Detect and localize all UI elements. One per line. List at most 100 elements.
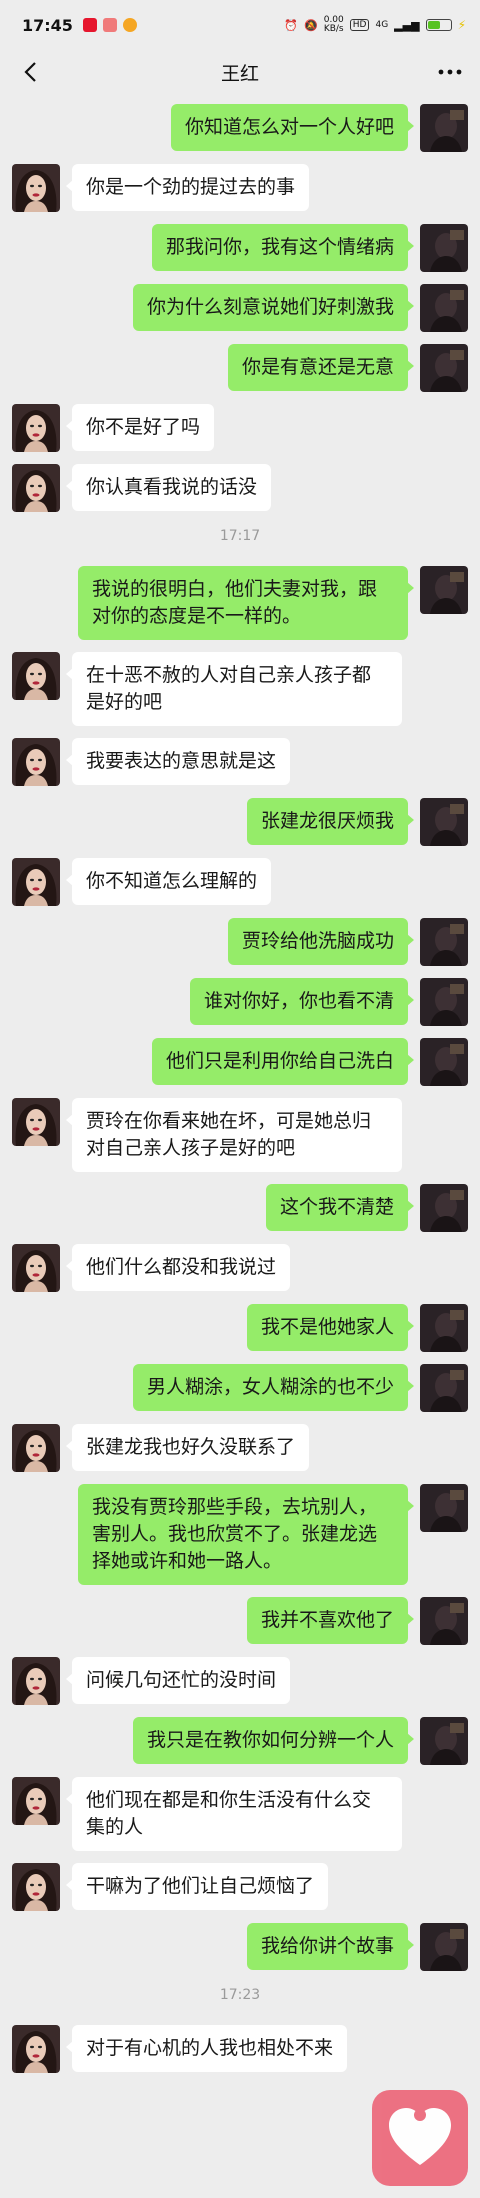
contact-avatar[interactable] xyxy=(12,164,60,212)
message-bubble[interactable]: 他们现在都是和你生活没有什么交集的人 xyxy=(66,1777,402,1851)
message-row-sent: 我给你讲个故事 xyxy=(0,1923,480,1971)
message-bubble[interactable]: 我给你讲个故事 xyxy=(246,1923,415,1970)
message-bubble[interactable]: 我说的很明白，他们夫妻对我，跟对你的态度是不一样的。 xyxy=(78,566,414,640)
my-avatar[interactable] xyxy=(420,1923,468,1971)
my-avatar[interactable] xyxy=(420,798,468,846)
message-bubble[interactable]: 我要表达的意思就是这 xyxy=(65,738,291,785)
message-row-sent: 你知道怎么对一个人好吧 xyxy=(0,104,480,152)
more-button[interactable] xyxy=(434,56,466,88)
message-bubble[interactable]: 你不知道怎么理解的 xyxy=(65,858,272,905)
status-bar: 17:45 ⏰ 🔕 0.00 KB/s HD 4G ▂▄▆ ⚡ xyxy=(0,0,480,50)
message-row-received: 他们什么都没和我说过 xyxy=(0,1244,480,1292)
chat-list[interactable]: 你知道怎么对一个人好吧你是一个劲的提过去的事那我问你，我有这个情绪病你为什么刻意… xyxy=(0,94,480,2073)
message-bubble[interactable]: 他们什么都没和我说过 xyxy=(65,1244,291,1291)
contact-avatar[interactable] xyxy=(12,652,60,700)
chat-header: 王红 xyxy=(0,50,480,94)
chat-title: 王红 xyxy=(220,62,259,85)
message-row-sent: 他们只是利用你给自己洗白 xyxy=(0,1038,480,1086)
my-avatar[interactable] xyxy=(420,1304,468,1352)
message-bubble[interactable]: 张建龙很厌烦我 xyxy=(246,798,415,845)
message-row-received: 我要表达的意思就是这 xyxy=(0,738,480,786)
message-row-sent: 我不是他她家人 xyxy=(0,1304,480,1352)
my-avatar[interactable] xyxy=(420,1597,468,1645)
my-avatar[interactable] xyxy=(420,344,468,392)
charging-icon: ⚡ xyxy=(457,18,466,32)
message-bubble[interactable]: 我不是他她家人 xyxy=(246,1304,415,1351)
my-avatar[interactable] xyxy=(420,1717,468,1765)
message-bubble[interactable]: 我没有贾玲那些手段，去坑别人，害别人。我也欣赏不了。张建龙选择她或许和她一路人。 xyxy=(78,1484,414,1585)
chat-timestamp: 17:17 xyxy=(219,528,261,544)
heart-icon xyxy=(389,2108,451,2165)
my-avatar[interactable] xyxy=(420,1364,468,1412)
battery-icon xyxy=(425,19,452,31)
message-bubble[interactable]: 你不是好了吗 xyxy=(65,404,215,451)
message-bubble[interactable]: 你知道怎么对一个人好吧 xyxy=(170,104,415,151)
contact-avatar[interactable] xyxy=(12,1777,60,1825)
message-bubble[interactable]: 谁对你好，你也看不清 xyxy=(189,978,415,1025)
my-avatar[interactable] xyxy=(420,104,468,152)
my-avatar[interactable] xyxy=(420,1038,468,1086)
more-dots-icon xyxy=(438,69,462,75)
notification-app-icon xyxy=(102,18,117,32)
message-row-received: 张建龙我也好久没联系了 xyxy=(0,1424,480,1472)
contact-avatar[interactable] xyxy=(12,2025,60,2073)
message-bubble[interactable]: 你为什么刻意说她们好刺激我 xyxy=(132,284,415,331)
message-row-sent: 我只是在教你如何分辨一个人 xyxy=(0,1717,480,1765)
contact-avatar[interactable] xyxy=(12,404,60,452)
contact-avatar[interactable] xyxy=(12,1424,60,1472)
message-row-sent: 张建龙很厌烦我 xyxy=(0,798,480,846)
my-avatar[interactable] xyxy=(420,1184,468,1232)
net-speed: 0.00 KB/s xyxy=(323,15,344,34)
my-avatar[interactable] xyxy=(420,918,468,966)
message-bubble[interactable]: 我并不喜欢他了 xyxy=(246,1597,415,1644)
message-row-received: 你是一个劲的提过去的事 xyxy=(0,164,480,212)
message-bubble[interactable]: 那我问你，我有这个情绪病 xyxy=(151,224,415,271)
message-bubble[interactable]: 你是有意还是无意 xyxy=(227,344,415,391)
message-bubble[interactable]: 你是一个劲的提过去的事 xyxy=(65,164,310,211)
signal-icon: ▂▄▆ xyxy=(394,18,420,32)
message-bubble[interactable]: 在十恶不赦的人对自己亲人孩子都是好的吧 xyxy=(66,652,402,726)
weibo-app-icon-2 xyxy=(122,18,137,32)
message-bubble[interactable]: 干嘛为了他们让自己烦恼了 xyxy=(65,1863,329,1910)
message-bubble[interactable]: 这个我不清楚 xyxy=(265,1184,415,1231)
my-avatar[interactable] xyxy=(420,284,468,332)
signal-tag: 4G xyxy=(375,20,389,30)
message-row-received: 他们现在都是和你生活没有什么交集的人 xyxy=(0,1777,480,1851)
my-avatar[interactable] xyxy=(420,978,468,1026)
message-bubble[interactable]: 问候几句还忙的没时间 xyxy=(65,1657,291,1704)
back-button[interactable] xyxy=(14,56,46,88)
message-row-received: 问候几句还忙的没时间 xyxy=(0,1657,480,1705)
contact-avatar[interactable] xyxy=(12,1863,60,1911)
message-row-sent: 你为什么刻意说她们好刺激我 xyxy=(0,284,480,332)
contact-avatar[interactable] xyxy=(12,1244,60,1292)
floating-heart-button[interactable] xyxy=(372,2090,468,2186)
contact-avatar[interactable] xyxy=(12,858,60,906)
contact-avatar[interactable] xyxy=(12,1657,60,1705)
message-row-sent: 谁对你好，你也看不清 xyxy=(0,978,480,1026)
message-bubble[interactable]: 张建龙我也好久没联系了 xyxy=(65,1424,310,1471)
message-row-sent: 这个我不清楚 xyxy=(0,1184,480,1232)
my-avatar[interactable] xyxy=(420,566,468,614)
message-row-sent: 贾玲给他洗脑成功 xyxy=(0,918,480,966)
message-bubble[interactable]: 对于有心机的人我也相处不来 xyxy=(65,2025,348,2072)
message-bubble[interactable]: 你认真看我说的话没 xyxy=(65,464,272,511)
message-row-received: 你不是好了吗 xyxy=(0,404,480,452)
message-bubble[interactable]: 贾玲在你看来她在坏，可是她总归对自己亲人孩子是好的吧 xyxy=(66,1098,402,1172)
contact-avatar[interactable] xyxy=(12,738,60,786)
message-row-received: 贾玲在你看来她在坏，可是她总归对自己亲人孩子是好的吧 xyxy=(0,1098,480,1172)
message-row-received: 干嘛为了他们让自己烦恼了 xyxy=(0,1863,480,1911)
message-bubble[interactable]: 他们只是利用你给自己洗白 xyxy=(151,1038,415,1085)
status-right: ⏰ 🔕 0.00 KB/s HD 4G ▂▄▆ ⚡ xyxy=(284,16,466,34)
chevron-left-icon xyxy=(24,62,36,82)
contact-avatar[interactable] xyxy=(12,464,60,512)
alarm-icon: ⏰ xyxy=(284,18,299,32)
message-row-sent: 我没有贾玲那些手段，去坑别人，害别人。我也欣赏不了。张建龙选择她或许和她一路人。 xyxy=(0,1484,480,1585)
message-bubble[interactable]: 贾玲给他洗脑成功 xyxy=(227,918,415,965)
contact-avatar[interactable] xyxy=(12,1098,60,1146)
message-bubble[interactable]: 我只是在教你如何分辨一个人 xyxy=(132,1717,415,1764)
my-avatar[interactable] xyxy=(420,1484,468,1532)
my-avatar[interactable] xyxy=(420,224,468,272)
message-row-received: 对于有心机的人我也相处不来 xyxy=(0,2025,480,2073)
message-bubble[interactable]: 男人糊涂，女人糊涂的也不少 xyxy=(132,1364,415,1411)
message-row-sent: 我说的很明白，他们夫妻对我，跟对你的态度是不一样的。 xyxy=(0,566,480,640)
